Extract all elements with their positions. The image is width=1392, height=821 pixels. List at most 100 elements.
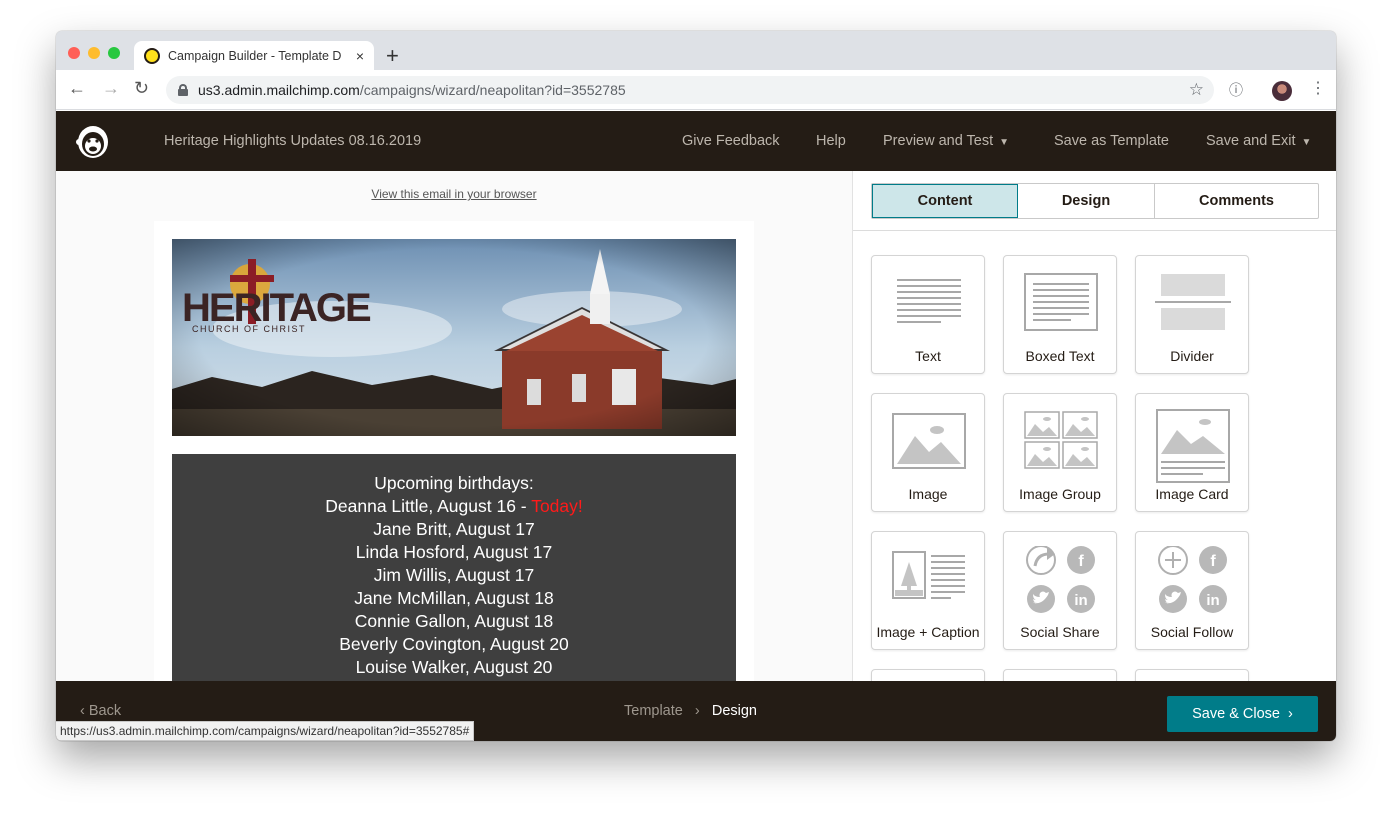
password-key-icon[interactable]: ⓘ [1229, 80, 1243, 100]
email-body: HERITAGE CHURCH OF CHRIST Upcoming birth… [154, 221, 754, 681]
save-and-exit-menu[interactable]: Save and Exit ▼ [1206, 133, 1311, 149]
tab-close-icon[interactable]: × [356, 48, 364, 64]
chevron-down-icon: ▼ [1301, 137, 1312, 148]
maximize-window-button[interactable] [108, 47, 120, 59]
block-label: Social Follow [1150, 624, 1234, 640]
breadcrumb-design: Design [711, 703, 757, 719]
back-label: Back [88, 703, 122, 719]
image-caption-icon [892, 551, 965, 599]
heritage-logo-subtext: CHURCH OF CHRIST [192, 324, 306, 334]
block-image-caption[interactable]: Image + Caption [871, 531, 985, 650]
save-and-close-button[interactable]: Save & Close › [1167, 696, 1318, 732]
svg-text:in: in [1206, 592, 1219, 609]
block-more[interactable] [1135, 669, 1249, 681]
email-preview: View this email in your browser HERITAGE… [56, 171, 852, 681]
browser-window: Campaign Builder - Template D × + ← → ↻ … [56, 31, 1336, 741]
block-label: Image Group [1019, 486, 1101, 502]
birthday-line: Jane Britt, August 17 [373, 519, 535, 539]
block-more[interactable] [1003, 669, 1117, 681]
birthday-name: Deanna Little, August 16 - [325, 496, 532, 516]
tab-title: Campaign Builder - Template D [168, 48, 342, 63]
svg-text:f: f [1078, 553, 1084, 570]
tab-content[interactable]: Content [872, 184, 1018, 218]
chevron-left-icon: ‹ [80, 703, 89, 719]
hero-image[interactable]: HERITAGE CHURCH OF CHRIST [172, 239, 736, 436]
image-block-icon [892, 413, 966, 469]
panel-divider [853, 230, 1336, 231]
birthday-line: Deanna Little, August 16 - Today! [172, 495, 736, 518]
birthday-line: Jim Willis, August 17 [373, 565, 535, 585]
breadcrumb: Template › Design [624, 703, 757, 719]
preview-and-test-menu[interactable]: Preview and Test ▼ [883, 133, 1009, 149]
mailchimp-logo-icon[interactable] [74, 122, 112, 160]
block-label: Text [915, 348, 941, 364]
block-social-share[interactable]: f in Social Share [1003, 531, 1117, 650]
url-field[interactable]: us3.admin.mailchimp.com/campaigns/wizard… [166, 76, 1214, 104]
block-text[interactable]: Text [871, 255, 985, 374]
back-button[interactable]: ‹ Back [80, 703, 121, 719]
save-and-exit-label: Save and Exit [1206, 133, 1296, 149]
window-controls [68, 47, 120, 59]
chevron-right-icon: › [1279, 706, 1293, 722]
reload-icon[interactable]: ↻ [134, 78, 149, 99]
birthday-line: Beverly Covington, August 20 [339, 634, 569, 654]
block-image[interactable]: Image [871, 393, 985, 512]
bookmark-star-icon[interactable]: ☆ [1189, 80, 1204, 100]
divider-icon [1155, 274, 1231, 330]
block-social-follow[interactable]: f in Social Follow [1135, 531, 1249, 650]
minimize-window-button[interactable] [88, 47, 100, 59]
birthday-line: Louise Walker, August 20 [355, 657, 553, 677]
boxed-text-icon [1024, 273, 1098, 331]
block-more[interactable] [871, 669, 985, 681]
svg-text:f: f [1210, 553, 1216, 570]
block-boxed-text[interactable]: Boxed Text [1003, 255, 1117, 374]
chevron-down-icon: ▼ [999, 137, 1010, 148]
block-image-card[interactable]: Image Card [1135, 393, 1249, 512]
content-panel: Content Design Comments Text Boxed Text … [852, 171, 1336, 681]
social-follow-icon: f in [1158, 546, 1227, 613]
tab-bar: Campaign Builder - Template D × + [56, 31, 1336, 70]
breadcrumb-template[interactable]: Template [624, 703, 683, 719]
text-block-icon [897, 279, 961, 323]
help-link[interactable]: Help [816, 133, 846, 149]
birthdays-text-block[interactable]: Upcoming birthdays: Deanna Little, Augus… [172, 454, 736, 681]
block-label: Image + Caption [876, 624, 980, 640]
close-window-button[interactable] [68, 47, 80, 59]
mailchimp-favicon-icon [144, 47, 160, 64]
lock-icon [178, 84, 188, 96]
birthday-line: Linda Hosford, August 17 [355, 542, 553, 562]
save-and-close-label: Save & Close [1192, 706, 1280, 722]
give-feedback-link[interactable]: Give Feedback [682, 133, 780, 149]
birthday-line: Connie Gallon, August 18 [354, 611, 554, 631]
url-host: us3.admin.mailchimp.com [198, 82, 360, 98]
chevron-right-icon: › [686, 703, 708, 719]
image-card-icon [1156, 409, 1230, 483]
panel-tabs: Content Design Comments [871, 183, 1319, 219]
profile-avatar[interactable] [1272, 81, 1292, 101]
url-path: /campaigns/wizard/neapolitan?id=3552785 [359, 82, 626, 98]
tab-design[interactable]: Design [1018, 184, 1155, 218]
new-tab-button[interactable]: + [386, 43, 399, 69]
birthdays-title: Upcoming birthdays: [374, 473, 534, 493]
tab-comments[interactable]: Comments [1155, 184, 1318, 218]
status-bar-url: https://us3.admin.mailchimp.com/campaign… [56, 721, 475, 741]
preview-and-test-label: Preview and Test [883, 133, 994, 149]
view-in-browser-link[interactable]: View this email in your browser [56, 187, 852, 201]
image-group-icon [1024, 411, 1098, 469]
address-bar: ← → ↻ us3.admin.mailchimp.com/campaigns/… [56, 70, 1336, 110]
back-arrow-icon[interactable]: ← [68, 78, 86, 99]
social-share-icon: f in [1026, 546, 1095, 613]
birthday-line: Jane McMillan, August 18 [354, 588, 554, 608]
app-header: Heritage Highlights Updates 08.16.2019 G… [56, 111, 1336, 171]
block-label: Image [908, 486, 948, 502]
block-label: Image Card [1155, 486, 1229, 502]
save-as-template-link[interactable]: Save as Template [1054, 133, 1169, 149]
block-label: Divider [1170, 348, 1214, 364]
browser-menu-icon[interactable]: ⋮ [1310, 78, 1326, 98]
block-image-group[interactable]: Image Group [1003, 393, 1117, 512]
block-divider[interactable]: Divider [1135, 255, 1249, 374]
browser-tab[interactable]: Campaign Builder - Template D × [134, 41, 374, 70]
campaign-title: Heritage Highlights Updates 08.16.2019 [164, 133, 422, 149]
forward-arrow-icon[interactable]: → [102, 78, 120, 99]
church-photo: HERITAGE CHURCH OF CHRIST [172, 239, 736, 436]
